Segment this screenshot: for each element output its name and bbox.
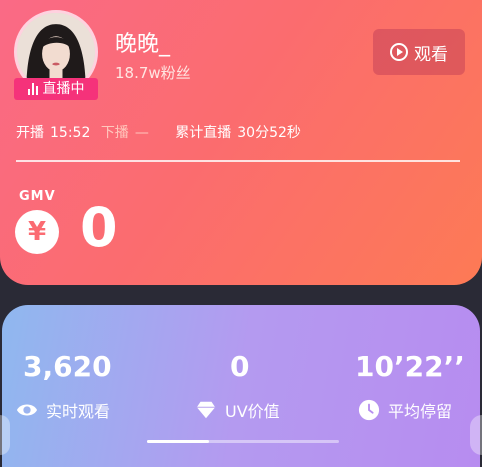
metrics-card: 3,620 0 10’22’’ 实时观看 UV价值 平均停留 bbox=[2, 305, 480, 467]
realtime-viewers-label: 实时观看 bbox=[46, 402, 111, 421]
duration-value: 30分52秒 bbox=[237, 125, 301, 141]
session-stats: 开播 15:52 下播 — 累计直播 30分52秒 bbox=[16, 122, 307, 142]
uv-label: UV价值 bbox=[225, 402, 280, 421]
clock-icon bbox=[358, 399, 380, 421]
page-indicator bbox=[147, 440, 339, 443]
uv-metric: UV价值 bbox=[195, 398, 280, 422]
play-circle-icon bbox=[390, 43, 408, 61]
duration-label: 累计直播 bbox=[175, 125, 232, 141]
live-badge-label: 直播中 bbox=[42, 81, 85, 97]
uv-value: 0 bbox=[230, 350, 250, 383]
end-label: 下播 bbox=[100, 125, 129, 141]
avg-stay-label: 平均停留 bbox=[388, 402, 453, 421]
realtime-viewers-metric: 实时观看 bbox=[16, 398, 110, 422]
live-status-badge: 直播中 bbox=[14, 78, 98, 100]
page-indicator-thumb bbox=[147, 440, 209, 443]
watch-button-label: 观看 bbox=[414, 44, 448, 65]
avg-stay-value: 10’22’’ bbox=[355, 350, 465, 383]
right-edge-handle[interactable] bbox=[470, 415, 482, 455]
left-edge-handle[interactable] bbox=[0, 415, 10, 455]
realtime-viewers-value: 3,620 bbox=[23, 350, 112, 383]
start-label: 开播 bbox=[16, 125, 44, 141]
live-overview-card: 直播中 晚晚_ 18.7w粉丝 观看 开播 15:52 下播 — 累计直播 30分52… bbox=[0, 0, 482, 285]
gmv-value: 0 bbox=[80, 196, 118, 259]
yen-icon: ¥ bbox=[15, 210, 59, 254]
host-name: 晚晚_ bbox=[115, 32, 171, 57]
watch-button[interactable]: 观看 bbox=[373, 29, 465, 75]
gmv-label: GMV bbox=[19, 189, 56, 204]
live-bars-icon bbox=[27, 83, 38, 95]
host-fans-count: 18.7w粉丝 bbox=[115, 64, 191, 82]
end-time: — bbox=[134, 125, 149, 141]
eye-icon bbox=[16, 404, 38, 416]
divider bbox=[16, 160, 460, 162]
avg-stay-metric: 平均停留 bbox=[358, 398, 452, 422]
start-time: 15:52 bbox=[50, 125, 91, 141]
diamond-icon bbox=[196, 401, 216, 419]
